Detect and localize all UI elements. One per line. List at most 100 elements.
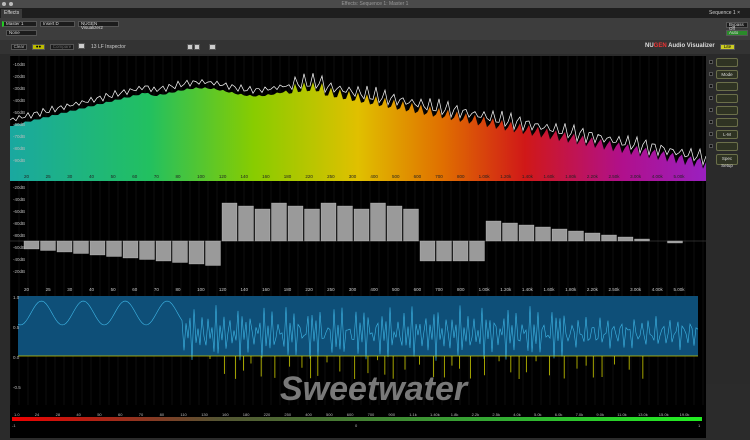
freq-label: 60 <box>132 174 138 179</box>
link-button[interactable]: ●● <box>32 44 45 50</box>
db-label: -20dB <box>13 269 25 274</box>
freq-label: 3.00k <box>630 287 642 292</box>
side-led-icon[interactable] <box>709 96 713 100</box>
band-bar <box>337 205 353 242</box>
freq-label: 50 <box>111 174 117 179</box>
help-button[interactable] <box>209 44 216 50</box>
side-led-icon[interactable] <box>709 144 713 148</box>
side-mode-button[interactable] <box>716 142 738 151</box>
side-mode-button[interactable]: Spec Setup <box>716 154 738 168</box>
preset-icon[interactable] <box>78 43 85 49</box>
spectrum-panel: -10dB -20dB -30dB -40dB -50dB -60dB -70dB -80dB… <box>9 56 707 181</box>
freq-label: 100 <box>197 287 205 292</box>
side-led-icon[interactable] <box>709 72 713 76</box>
band-bar <box>436 240 452 262</box>
freq-label: 25 <box>46 287 52 292</box>
meter-freq-label: 50 <box>97 412 102 417</box>
minimize-button[interactable] <box>9 2 13 6</box>
freq-label: 20 <box>24 287 30 292</box>
side-mode-button[interactable] <box>716 118 738 127</box>
band-bar <box>155 240 172 262</box>
bypass-button[interactable]: Bypass Off <box>726 22 748 31</box>
band-bar <box>469 240 485 262</box>
next-preset-button[interactable] <box>194 44 200 50</box>
meter-freq-label: 130 <box>201 412 208 417</box>
db-label: -20dB <box>13 185 25 190</box>
db-label: -80dB <box>13 221 25 226</box>
meter-freq-label: 600 <box>347 412 354 417</box>
freq-label: 4.00k <box>652 174 664 179</box>
band-bar <box>535 226 551 242</box>
brand-logo: NUGEN Audio Visualizer <box>645 43 715 49</box>
side-led-icon[interactable] <box>709 84 713 88</box>
band-bar <box>485 220 502 242</box>
meter-freq-label: 5.0k <box>534 412 542 417</box>
band-bar <box>56 240 73 253</box>
freq-label: 800 <box>457 287 465 292</box>
spectrum-fill <box>10 82 706 181</box>
db-label: -10dB <box>13 62 25 67</box>
side-led-icon[interactable] <box>709 60 713 64</box>
meter-freq-label: 400 <box>305 412 312 417</box>
band-bar <box>667 240 683 244</box>
meter-freq-label: 80 <box>160 412 165 417</box>
meter-freq-label: 40 <box>76 412 81 417</box>
meter-freq-label: 1.1k <box>409 412 417 417</box>
meter-tick: 1 <box>698 423 701 428</box>
side-led-icon[interactable] <box>709 120 713 124</box>
band-bar <box>188 240 205 265</box>
meter-freq-label: 15.0k <box>659 412 669 417</box>
inspector-preset[interactable]: 13 LF Inspector <box>91 44 126 50</box>
freq-label: 180 <box>284 287 292 292</box>
band-bar <box>518 224 535 242</box>
phase-label: 1.0 <box>13 295 20 300</box>
clear-button[interactable]: Clear <box>11 44 27 50</box>
freq-label: 2.50k <box>608 287 620 292</box>
preset-select[interactable]: None <box>6 30 37 36</box>
side-mode-button[interactable] <box>716 106 738 115</box>
band-bar <box>320 202 337 242</box>
compare-button[interactable]: Compare <box>50 44 74 50</box>
freq-label: 500 <box>392 174 400 179</box>
db-label: -50dB <box>13 110 25 115</box>
side-led-icon[interactable] <box>709 132 713 136</box>
close-button[interactable] <box>2 2 6 6</box>
phase-label: -0.5 <box>13 385 21 390</box>
band-panel: -20dB -40dB -60dB -80dB -80dB -60dB -40dB -20dB… <box>9 181 706 293</box>
freq-label: 80 <box>176 287 182 292</box>
band-bar <box>205 240 221 266</box>
meter-freq-label: 180 <box>243 412 250 417</box>
insert-select[interactable]: Insert D <box>40 21 75 27</box>
freq-label: 1.40k <box>522 287 534 292</box>
freq-label: 20 <box>24 174 30 179</box>
freq-label: 700 <box>435 174 443 179</box>
meter-freq-label: 7.0k <box>576 412 584 417</box>
track-select[interactable]: Master 1 <box>2 21 37 27</box>
title-bar: Effects: Sequence 1: Master 1 <box>0 0 750 8</box>
phase-fill <box>18 296 698 356</box>
prev-preset-button[interactable] <box>187 44 193 50</box>
db-label: -60dB <box>13 209 25 214</box>
freq-label: 1.40k <box>522 174 534 179</box>
band-bar <box>122 240 139 259</box>
side-mode-button[interactable] <box>716 82 738 91</box>
side-led-icon[interactable] <box>709 108 713 112</box>
side-mode-button[interactable]: L-M <box>716 130 738 139</box>
band-bar <box>353 208 370 242</box>
band-bar <box>254 208 271 242</box>
db-label: -60dB <box>13 122 25 127</box>
lite-badge[interactable]: Lite <box>720 44 735 50</box>
freq-label: 160 <box>262 174 270 179</box>
side-mode-button[interactable] <box>716 94 738 103</box>
meter-freq-label: 110 <box>180 412 187 417</box>
phase-label: 0.0 <box>13 355 20 360</box>
tab-effects[interactable]: Effects <box>1 9 23 18</box>
plugin-select[interactable]: NUGEN Visualizer2 <box>78 21 119 30</box>
side-mode-button[interactable] <box>716 58 738 67</box>
sequence-tab[interactable]: Sequence 1 × <box>709 9 740 17</box>
freq-label: 5.00k <box>673 174 685 179</box>
meter-freq-label: 1.8k <box>451 412 459 417</box>
side-mode-button[interactable]: Mode <box>716 70 738 79</box>
auto-button[interactable]: Auto <box>726 30 748 36</box>
freq-label: 180 <box>284 174 292 179</box>
